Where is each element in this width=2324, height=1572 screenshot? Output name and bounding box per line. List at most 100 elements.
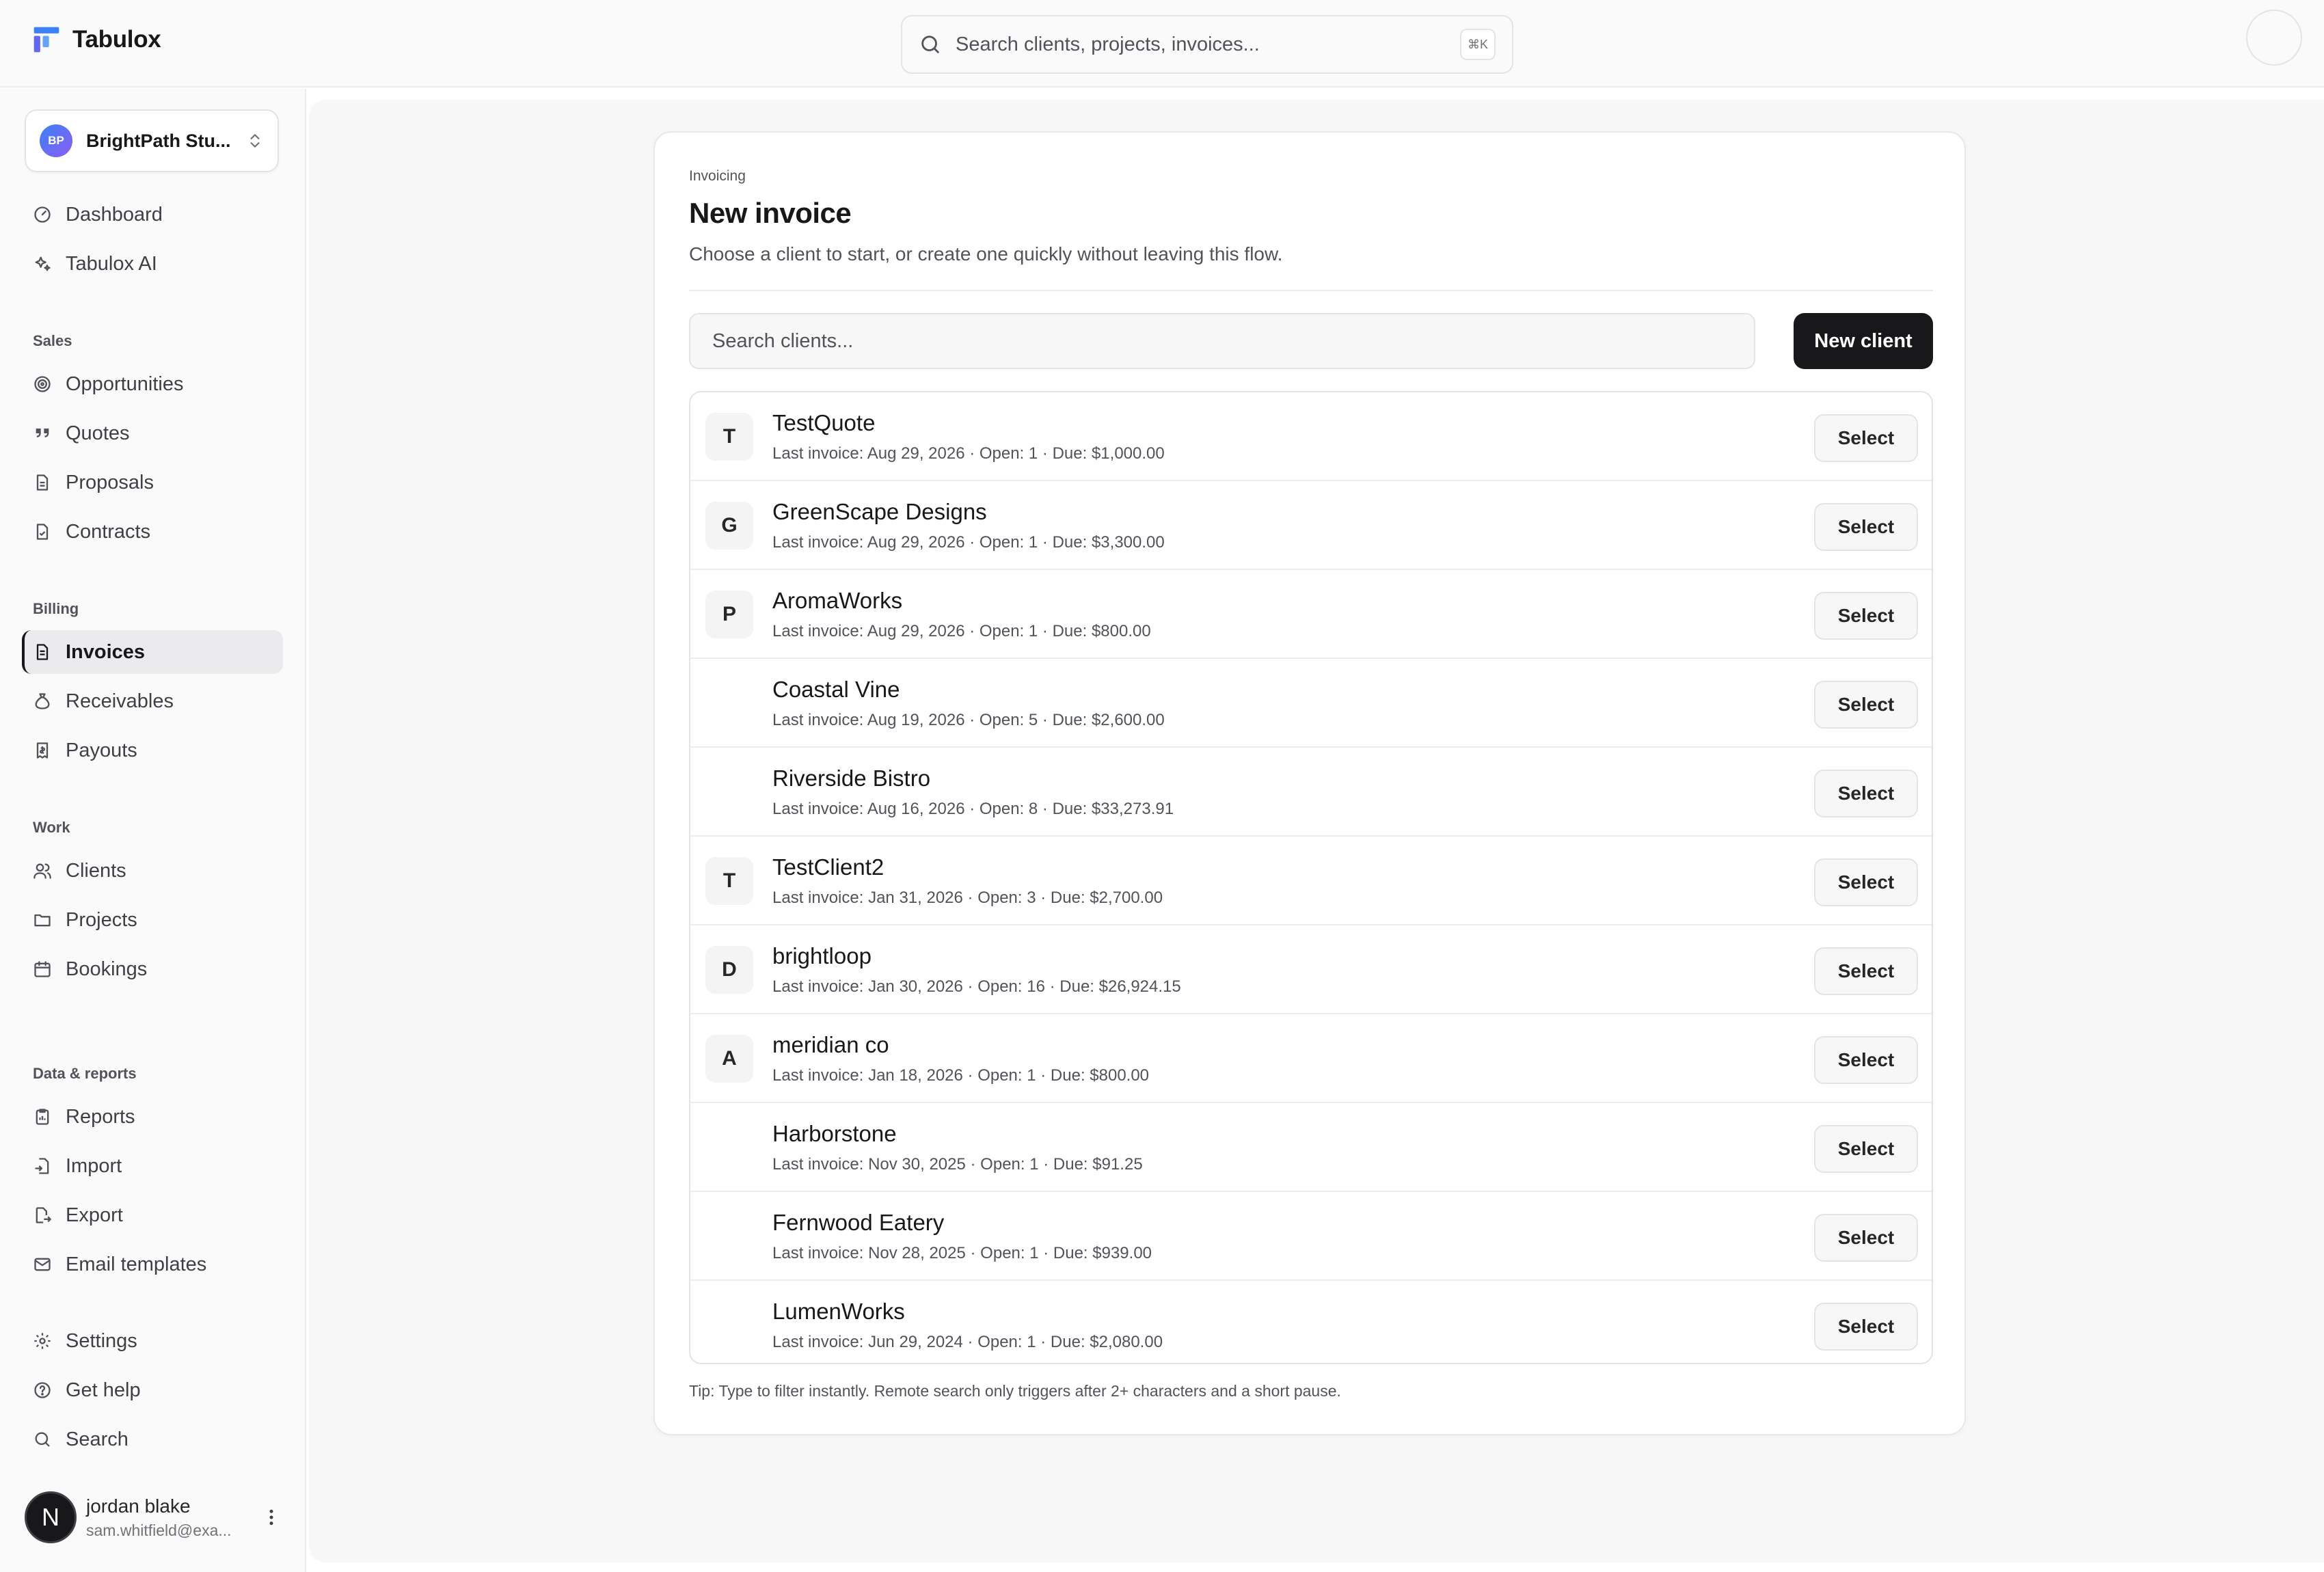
sidebar-item-bookings[interactable]: Bookings [22,947,283,991]
sidebar-item-label: Bookings [66,958,148,980]
sidebar-item-receivables[interactable]: Receivables [22,679,283,723]
sidebar-item-search[interactable]: Search [22,1418,283,1461]
client-search-input[interactable]: Search clients... [689,313,1755,369]
client-initial-avatar: P [705,591,753,638]
app-name: Tabulox [72,26,161,53]
sidebar-item-label: Import [66,1154,122,1177]
calendar-icon [34,961,51,977]
mail-icon [34,1258,51,1271]
sidebar-item-opportunities[interactable]: Opportunities [22,362,283,406]
client-name: TestQuote [772,410,876,435]
sidebar-item-settings[interactable]: Settings [22,1319,283,1363]
select-client-button[interactable]: Select [1814,1125,1918,1173]
sidebar-item-label: Quotes [66,422,130,444]
sidebar-item-get-help[interactable]: Get help [22,1368,283,1412]
client-row[interactable]: T TestQuote Last invoice: Aug 29, 2026 · O… [690,392,1932,481]
workspace-switcher[interactable]: BP BrightPath Stu... [25,109,279,172]
gear-icon [34,1333,51,1349]
new-invoice-card: Invoicing New invoice Choose a client to… [653,131,1966,1435]
sidebar-item-clients[interactable]: Clients [22,849,283,893]
sidebar-item-tabulox-ai[interactable]: Tabulox AI [22,242,283,286]
select-client-button[interactable]: Select [1814,414,1918,462]
report-icon [36,1109,49,1125]
page-title: New invoice [689,197,852,229]
client-row[interactable]: G GreenScape Designs Last invoice: Aug 29,… [690,481,1932,570]
sidebar-item-email-templates[interactable]: Email templates [22,1243,283,1286]
select-client-button[interactable]: Select [1814,681,1918,729]
client-invoice-summary: Last invoice: Jan 30, 2026 · Open: 16 · … [772,977,1181,996]
client-row[interactable]: LumenWorks Last invoice: Jun 29, 2024 · O… [690,1281,1932,1363]
client-invoice-summary: Last invoice: Nov 28, 2025 · Open: 1 · D… [772,1244,1152,1262]
file-export-icon [36,1207,51,1223]
user-email: sam.whitfield@exa... [86,1521,232,1539]
sidebar-item-label: Receivables [66,690,174,712]
client-name: Riverside Bistro [772,765,931,791]
target-icon [34,376,51,392]
client-invoice-summary: Last invoice: Nov 30, 2025 · Open: 1 · D… [772,1155,1143,1174]
search-icon [35,1432,50,1447]
user-name: jordan blake [86,1495,191,1517]
sidebar-item-contracts[interactable]: Contracts [22,510,283,554]
sidebar-item-label: Email templates [66,1253,207,1275]
sidebar-item-reports[interactable]: Reports [22,1095,283,1139]
sidebar-item-proposals[interactable]: Proposals [22,461,283,504]
shortcut-badge: ⌘K [1460,29,1496,60]
tabulox-logo-icon [33,27,59,53]
more-vertical-icon[interactable] [261,1507,282,1528]
client-row[interactable]: Dbrightloop Last invoice: Jan 30, 2026 · … [690,925,1932,1014]
client-row[interactable]: T TestClient2 Last invoice: Jan 31, 2026 ·… [690,837,1932,925]
sparkles-icon [35,256,51,271]
user-menu[interactable]: N jordan blake sam.whitfield@exa... [25,1490,282,1545]
client-name: TestClient2 [772,854,884,880]
client-row[interactable]: Fernwood Eatery Last invoice: Nov 28, 202… [690,1192,1932,1281]
client-name: LumenWorks [772,1299,905,1324]
client-row[interactable]: Ameridian co Last invoice: Jan 18, 2026 ·… [690,1014,1932,1103]
client-initial-avatar: A [705,1035,753,1083]
global-search-placeholder: Search clients, projects, invoices... [956,33,1260,55]
sidebar-item-projects[interactable]: Projects [22,898,283,942]
avatar: N [25,1491,77,1543]
client-row[interactable]: P AromaWorks Last invoice: Aug 29, 2026 · … [690,570,1932,659]
sidebar-item-export[interactable]: Export [22,1193,283,1237]
brand[interactable]: Tabulox [31,25,161,55]
sidebar-item-quotes[interactable]: Quotes [22,411,283,455]
sidebar-item-label: Search [66,1428,129,1450]
sidebar-item-label: Reports [66,1105,135,1128]
select-client-button[interactable]: Select [1814,1036,1918,1084]
sidebar-item-label: Settings [66,1329,137,1352]
sidebar-item-label: Dashboard [66,203,163,226]
sidebar-item-invoices[interactable]: Invoices [22,630,283,674]
select-client-button[interactable]: Select [1814,1214,1918,1262]
select-client-button[interactable]: Select [1814,770,1918,817]
client-initial-avatar: G [705,502,753,550]
quote-icon [36,429,49,437]
select-client-button[interactable]: Select [1814,1303,1918,1351]
sidebar-item-dashboard[interactable]: Dashboard [22,193,283,236]
global-search-input[interactable]: Search clients, projects, invoices... ⌘K [901,15,1513,74]
sidebar-item-label: Proposals [66,471,154,493]
section-label-billing: Billing [33,600,79,617]
user-info: jordan blake sam.whitfield@exa... [86,1495,261,1540]
sidebar-item-import[interactable]: Import [22,1144,283,1188]
new-client-button[interactable]: New client [1794,313,1933,369]
select-client-button[interactable]: Select [1814,592,1918,640]
client-row[interactable]: Harborstone Last invoice: Nov 30, 2025 · … [690,1103,1932,1192]
client-name: Fernwood Eatery [772,1210,945,1235]
account-avatar[interactable] [2246,10,2302,66]
top-bar: Tabulox Search clients, projects, invoic… [0,0,2324,87]
sidebar-item-label: Invoices [66,640,146,663]
sidebar-item-label: Get help [66,1379,141,1401]
select-client-button[interactable]: Select [1814,947,1918,995]
client-row[interactable]: Coastal Vine Last invoice: Aug 19, 2026 ·… [690,659,1932,748]
sidebar: BP BrightPath Stu... Dashboard Tabulox A… [0,89,306,1572]
select-client-button[interactable]: Select [1814,503,1918,551]
folder-icon [34,914,51,927]
select-client-button[interactable]: Select [1814,858,1918,906]
help-circle-icon [34,1382,51,1398]
sidebar-item-label: Clients [66,859,126,882]
client-row[interactable]: Riverside Bistro Last invoice: Aug 16, 20… [690,748,1932,837]
file-import-icon [35,1158,49,1174]
client-initial-avatar: T [705,413,753,461]
sidebar-item-payouts[interactable]: Payouts [22,729,283,772]
divider [689,290,1933,291]
